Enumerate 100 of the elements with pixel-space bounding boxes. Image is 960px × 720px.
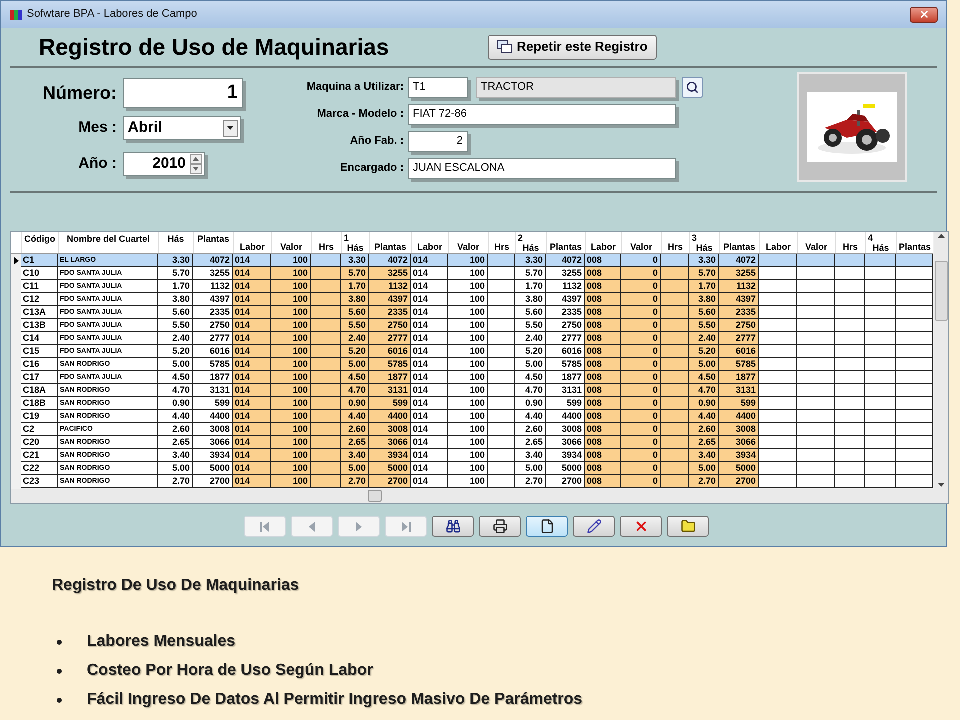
column-header[interactable]: Labor bbox=[585, 232, 621, 253]
caption-heading: Registro De Uso De Maquinarias bbox=[52, 576, 300, 596]
table-cell: 014 bbox=[233, 449, 271, 462]
window-title: Sofwtare BPA - Labores de Campo bbox=[27, 7, 198, 22]
vertical-scrollbar[interactable] bbox=[934, 232, 948, 489]
table-cell: 100 bbox=[448, 358, 488, 371]
table-cell: 5000 bbox=[719, 462, 759, 475]
table-cell: 014 bbox=[411, 462, 448, 475]
table-cell: 3.80 bbox=[689, 293, 719, 306]
column-header[interactable]: Plantas bbox=[193, 232, 233, 253]
machine-code-field[interactable]: T1 bbox=[408, 77, 468, 98]
column-header[interactable]: 4 Hás bbox=[865, 232, 896, 253]
table-cell: 008 bbox=[585, 306, 621, 319]
scroll-thumb[interactable] bbox=[368, 490, 382, 502]
table-cell: 0 bbox=[621, 410, 661, 423]
table-cell: 3131 bbox=[193, 384, 233, 397]
table-cell: 599 bbox=[369, 397, 411, 410]
table-cell: 0 bbox=[621, 423, 661, 436]
table-cell: 014 bbox=[233, 358, 271, 371]
table-cell: 008 bbox=[585, 462, 621, 475]
column-header[interactable]: 2 Hás bbox=[515, 232, 546, 253]
table-cell: 014 bbox=[411, 410, 448, 423]
table-cell: 100 bbox=[448, 345, 488, 358]
table-cell: 3255 bbox=[193, 267, 233, 280]
column-header[interactable]: Labor bbox=[233, 232, 271, 253]
table-cell: 014 bbox=[233, 436, 271, 449]
column-header[interactable]: Valor bbox=[448, 232, 488, 253]
column-header[interactable]: Hás bbox=[158, 232, 193, 253]
table-cell: 014 bbox=[411, 267, 448, 280]
table-cell: 008 bbox=[585, 423, 621, 436]
table-cell: 014 bbox=[411, 371, 448, 384]
table-cell: 0 bbox=[621, 332, 661, 345]
column-header[interactable]: 1 Hás bbox=[341, 232, 369, 253]
table-cell: 5.00 bbox=[515, 462, 546, 475]
table-cell: 2750 bbox=[193, 319, 233, 332]
table-cell: 008 bbox=[585, 449, 621, 462]
column-header[interactable]: 3 Hás bbox=[689, 232, 719, 253]
operator-field[interactable]: JUAN ESCALONA bbox=[408, 158, 676, 179]
table-cell: 1877 bbox=[193, 371, 233, 384]
table-cell: 1877 bbox=[719, 371, 759, 384]
scroll-thumb[interactable] bbox=[934, 260, 948, 320]
table-cell: 4.40 bbox=[341, 410, 369, 423]
table-cell: 008 bbox=[585, 358, 621, 371]
table-cell bbox=[311, 254, 341, 267]
column-header[interactable]: Hrs bbox=[835, 232, 865, 253]
search-button[interactable] bbox=[682, 77, 703, 98]
column-header[interactable]: Valor bbox=[271, 232, 311, 253]
toolbar-button[interactable] bbox=[526, 516, 568, 537]
table-cell: 5.20 bbox=[158, 345, 193, 358]
table-cell: 2335 bbox=[369, 306, 411, 319]
table-cell: 6016 bbox=[369, 345, 411, 358]
brand-model-field[interactable]: FIAT 72-86 bbox=[408, 104, 676, 125]
repeat-record-button[interactable]: Repetir este Registro bbox=[488, 34, 657, 60]
build-year-field[interactable]: 2 bbox=[408, 131, 468, 152]
app-icon bbox=[9, 8, 23, 22]
column-header[interactable]: Hrs bbox=[311, 232, 341, 253]
column-header[interactable]: Plantas bbox=[546, 232, 585, 253]
toolbar-button[interactable] bbox=[479, 516, 521, 537]
table-cell: 100 bbox=[271, 293, 311, 306]
column-header[interactable]: Valor bbox=[621, 232, 661, 253]
column-header[interactable]: Plantas bbox=[369, 232, 411, 253]
table-cell: 008 bbox=[585, 293, 621, 306]
table-cell: 014 bbox=[233, 371, 271, 384]
table-cell: 014 bbox=[233, 254, 271, 267]
column-header[interactable]: Plantas bbox=[719, 232, 759, 253]
table-cell: 3255 bbox=[719, 267, 759, 280]
number-field[interactable]: 1 bbox=[123, 78, 243, 108]
table-cell: 014 bbox=[411, 332, 448, 345]
page-icon bbox=[540, 519, 554, 534]
toolbar-button[interactable] bbox=[667, 516, 709, 537]
column-header[interactable]: Código bbox=[21, 232, 58, 253]
table-cell: 014 bbox=[411, 280, 448, 293]
table-cell: 014 bbox=[411, 345, 448, 358]
table-cell: 100 bbox=[448, 423, 488, 436]
column-header[interactable]: Nombre del Cuartel bbox=[58, 232, 158, 253]
table-cell: 5.20 bbox=[515, 345, 546, 358]
close-button[interactable] bbox=[910, 6, 938, 22]
column-header[interactable]: Labor bbox=[759, 232, 797, 253]
table-cell: 0 bbox=[621, 384, 661, 397]
column-header[interactable]: Valor bbox=[797, 232, 835, 253]
year-spinner[interactable]: 2010 bbox=[123, 152, 205, 176]
column-header[interactable]: Labor bbox=[411, 232, 448, 253]
table-cell: 2777 bbox=[546, 332, 585, 345]
table-cell: 100 bbox=[271, 267, 311, 280]
table-cell: 3008 bbox=[193, 423, 233, 436]
table-cell: 4400 bbox=[546, 410, 585, 423]
table-cell: 5.70 bbox=[689, 267, 719, 280]
table-cell: 014 bbox=[411, 449, 448, 462]
month-dropdown[interactable]: Abril bbox=[123, 116, 241, 140]
toolbar-button[interactable] bbox=[432, 516, 474, 537]
table-cell: 100 bbox=[448, 475, 488, 488]
column-header[interactable]: Hrs bbox=[661, 232, 689, 253]
table-cell: 5.70 bbox=[515, 267, 546, 280]
table-cell: 4.50 bbox=[689, 371, 719, 384]
horizontal-scrollbar[interactable] bbox=[11, 489, 948, 503]
toolbar-button[interactable] bbox=[573, 516, 615, 537]
column-header[interactable]: Plantas bbox=[896, 232, 933, 253]
table-cell: 3.40 bbox=[158, 449, 193, 462]
table-cell: C19 bbox=[21, 410, 58, 423]
column-header[interactable]: Hrs bbox=[488, 232, 515, 253]
